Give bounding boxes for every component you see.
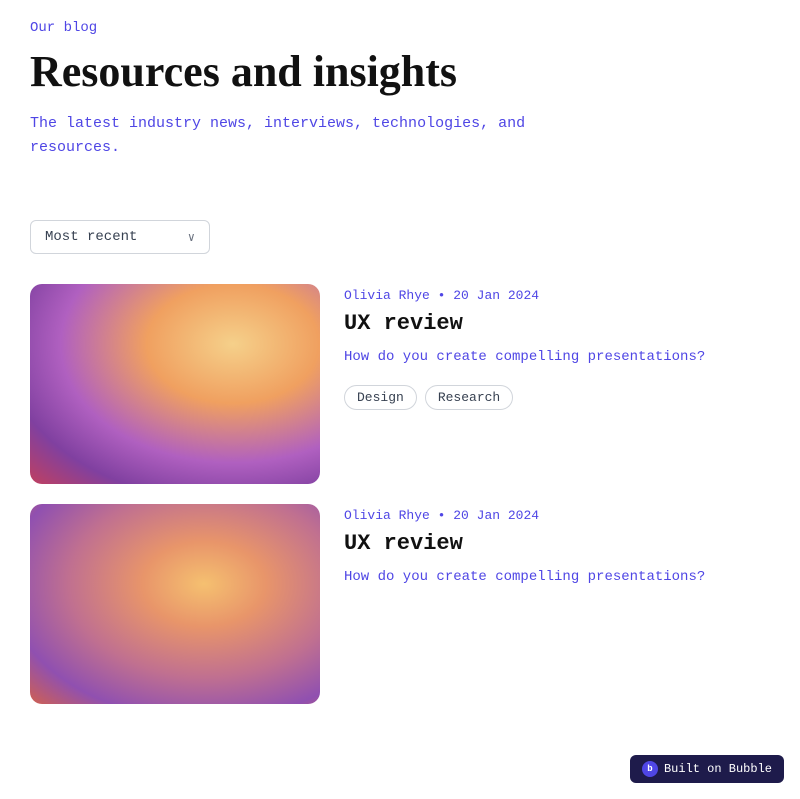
article-author-2: Olivia Rhye <box>344 508 430 523</box>
article-title-1[interactable]: UX review <box>344 311 770 336</box>
article-separator-1: • <box>438 288 454 303</box>
sort-dropdown[interactable]: Most recent ∨ <box>30 220 210 254</box>
chevron-down-icon: ∨ <box>188 230 195 245</box>
page-title: Resources and insights <box>30 48 770 96</box>
thumbnail-image-1 <box>30 284 320 484</box>
article-content-1: Olivia Rhye • 20 Jan 2024 UX review How … <box>344 284 770 409</box>
table-row: Olivia Rhye • 20 Jan 2024 UX review How … <box>30 284 770 484</box>
articles-list: Olivia Rhye • 20 Jan 2024 UX review How … <box>30 284 770 704</box>
blog-label[interactable]: Our blog <box>30 20 770 36</box>
article-excerpt-2: How do you create compelling presentatio… <box>344 566 770 588</box>
bubble-icon: b <box>642 761 658 777</box>
article-content-2: Olivia Rhye • 20 Jan 2024 UX review How … <box>344 504 770 604</box>
article-title-2[interactable]: UX review <box>344 531 770 556</box>
tag-design[interactable]: Design <box>344 385 417 410</box>
article-separator-2: • <box>438 508 454 523</box>
thumbnail-image-2 <box>30 504 320 704</box>
article-date-1: 20 Jan 2024 <box>453 288 539 303</box>
article-excerpt-1: How do you create compelling presentatio… <box>344 346 770 368</box>
article-thumbnail-2[interactable] <box>30 504 320 704</box>
page-container: Our blog Resources and insights The late… <box>0 0 800 724</box>
article-tags-1: Design Research <box>344 385 770 410</box>
filter-section: Most recent ∨ <box>30 220 770 254</box>
article-meta-2: Olivia Rhye • 20 Jan 2024 <box>344 508 770 523</box>
table-row: Olivia Rhye • 20 Jan 2024 UX review How … <box>30 504 770 704</box>
article-thumbnail-1[interactable] <box>30 284 320 484</box>
article-date-2: 20 Jan 2024 <box>453 508 539 523</box>
tag-research[interactable]: Research <box>425 385 513 410</box>
bubble-badge[interactable]: b Built on Bubble <box>630 755 784 783</box>
article-meta-1: Olivia Rhye • 20 Jan 2024 <box>344 288 770 303</box>
article-author-1: Olivia Rhye <box>344 288 430 303</box>
bubble-label: Built on Bubble <box>664 762 772 776</box>
page-subtitle: The latest industry news, interviews, te… <box>30 112 610 160</box>
sort-label: Most recent <box>45 229 137 245</box>
